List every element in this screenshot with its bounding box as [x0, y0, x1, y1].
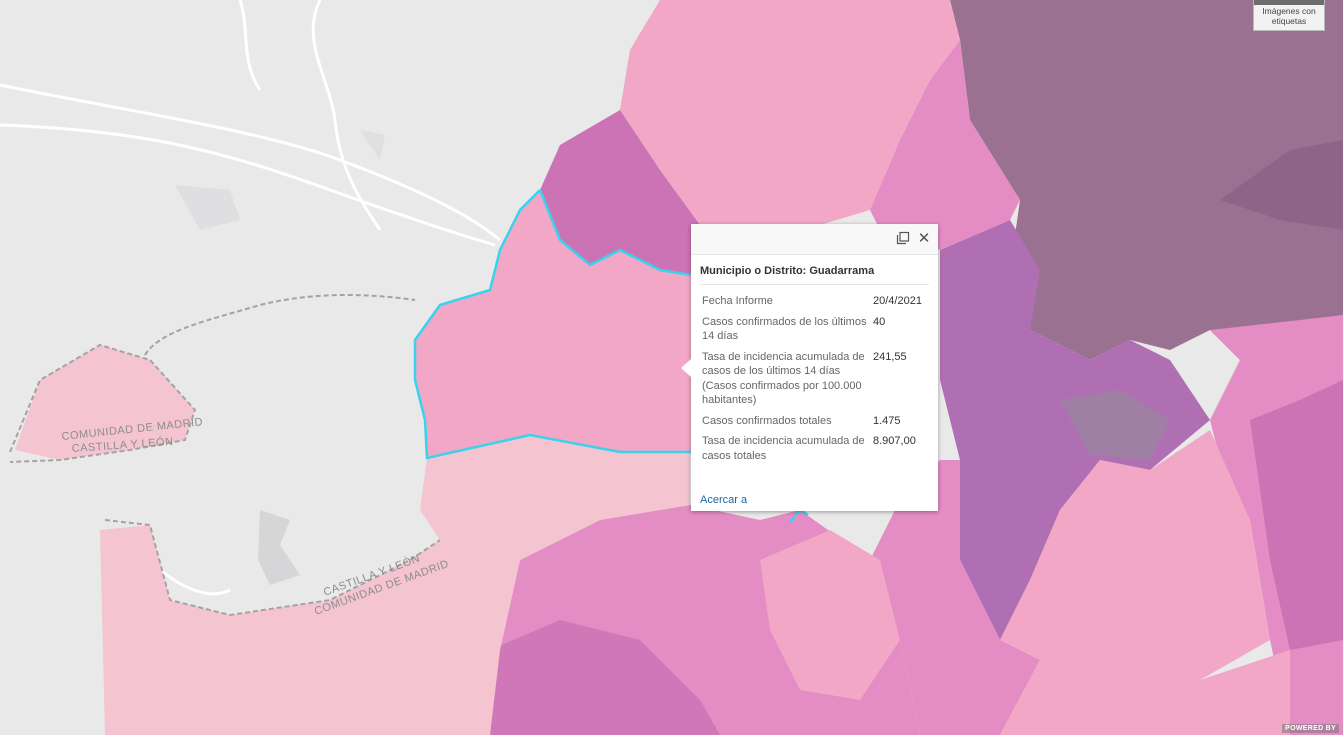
close-icon[interactable]: ✕	[916, 231, 932, 247]
attribution-badge[interactable]: POWERED BY	[1282, 724, 1339, 733]
basemap-toggle-label: Imágenes con etiquetas	[1262, 6, 1316, 26]
attribute-value: 8.907,00	[873, 435, 916, 447]
popup-pointer	[681, 359, 691, 377]
attribute-table: Fecha Informe 20/4/2021 Casos confirmado…	[699, 291, 929, 466]
attribute-label: Casos confirmados totales	[702, 414, 832, 427]
attribute-value: 1.475	[873, 414, 901, 427]
zoom-to-link[interactable]: Acercar a	[700, 494, 747, 506]
basemap-toggle-button[interactable]: Imágenes con etiquetas	[1253, 0, 1325, 31]
basemap-preview-image	[1254, 0, 1324, 5]
attribute-label: Tasa de incidencia acumulada de casos de…	[702, 350, 865, 407]
popup-title: Municipio o Distrito: Guadarrama	[700, 265, 929, 285]
table-row: Tasa de incidencia acumulada de casos to…	[699, 431, 929, 466]
table-row: Casos confirmados totales 1.475	[699, 411, 929, 432]
table-row: Casos confirmados de los últimos 14 días…	[699, 312, 929, 347]
attribute-label: Casos confirmados de los últimos 14 días	[702, 315, 867, 343]
info-popup: ✕ Municipio o Distrito: Guadarrama Fecha…	[681, 224, 938, 511]
popup-header: ✕	[691, 224, 938, 255]
attribute-value: 20/4/2021	[873, 295, 922, 307]
attribute-value: 40	[873, 315, 886, 328]
attribute-label: Tasa de incidencia acumulada de casos to…	[702, 435, 865, 462]
table-row: Tasa de incidencia acumulada de casos de…	[699, 347, 929, 411]
attribute-value: 241,55	[873, 350, 907, 363]
attribute-label: Fecha Informe	[702, 295, 773, 307]
table-row: Fecha Informe 20/4/2021	[699, 291, 929, 312]
map-canvas[interactable]: COMUNIDAD DE MADRID CASTILLA Y LEÓN CAST…	[0, 0, 1343, 735]
maximize-icon[interactable]	[896, 231, 912, 247]
